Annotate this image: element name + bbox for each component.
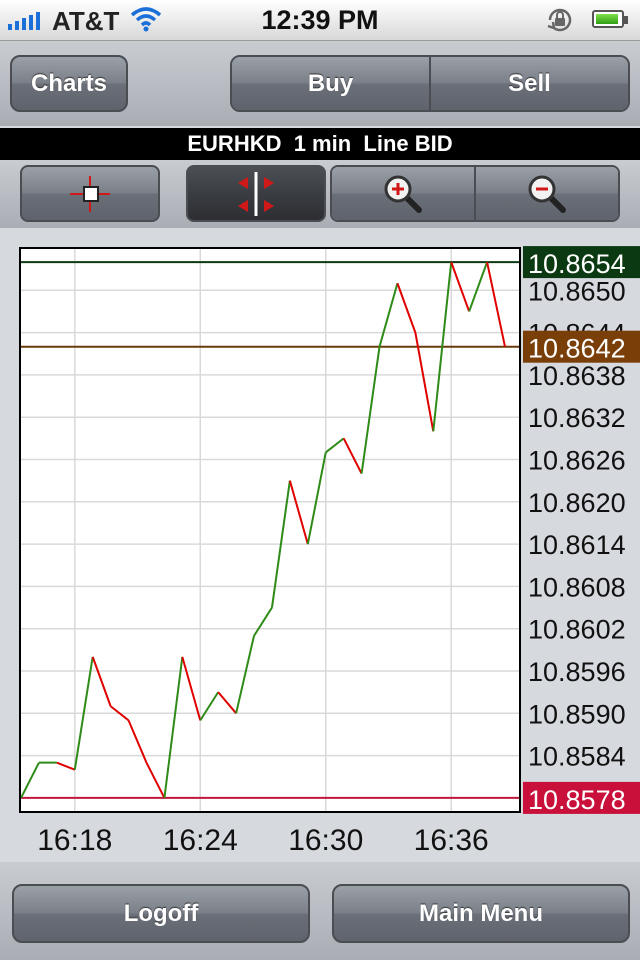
y-tick-label: 10.8638	[528, 361, 626, 391]
zoom-in-icon	[384, 175, 422, 213]
chart-tools-bar	[0, 160, 640, 228]
zoom-in-button[interactable]	[332, 167, 474, 220]
y-tick-label: 10.8632	[528, 403, 626, 433]
y-tick-label: 10.8608	[528, 572, 626, 602]
battery-icon	[592, 10, 628, 28]
logoff-button[interactable]: Logoff	[12, 884, 310, 943]
y-tick-label: 10.8614	[528, 530, 626, 560]
crosshair-icon	[70, 175, 110, 212]
rotation-lock-icon	[544, 6, 576, 39]
y-tick-label: 10.8584	[528, 742, 626, 772]
main-menu-button[interactable]: Main Menu	[332, 884, 630, 943]
zoom-out-button[interactable]	[474, 167, 618, 220]
x-tick-label: 16:18	[37, 824, 112, 857]
sell-button[interactable]: Sell	[429, 57, 628, 110]
high-price-label: 10.8654	[528, 249, 626, 279]
chart-area[interactable]: 10.865010.864410.863810.863210.862610.86…	[0, 230, 640, 862]
x-tick-label: 16:30	[288, 824, 363, 857]
crosshair-tool-button[interactable]	[20, 165, 160, 222]
low-price-label: 10.8578	[528, 785, 626, 815]
buy-sell-segmented-control: Buy Sell	[230, 55, 630, 112]
x-tick-label: 16:36	[414, 824, 489, 857]
charts-button[interactable]: Charts	[10, 55, 128, 112]
current-price-label: 10.8642	[528, 334, 626, 364]
y-tick-label: 10.8590	[528, 699, 626, 729]
bottom-toolbar: Logoff Main Menu	[0, 862, 640, 960]
price-chart[interactable]: 10.865010.864410.863810.863210.862610.86…	[0, 230, 640, 862]
chart-title: EURHKD 1 min Line BID	[0, 128, 640, 160]
trade-toolbar: Charts Buy Sell	[0, 41, 640, 126]
buy-button[interactable]: Buy	[232, 57, 429, 110]
x-tick-label: 16:24	[163, 824, 238, 857]
y-tick-label: 10.8650	[528, 276, 626, 306]
zoom-segmented-control	[330, 165, 620, 222]
y-tick-label: 10.8602	[528, 615, 626, 645]
status-bar: AT&T 12:39 PM	[0, 0, 640, 41]
zoom-out-icon	[528, 175, 566, 213]
y-tick-label: 10.8596	[528, 657, 626, 687]
pan-tool-button[interactable]	[186, 165, 326, 222]
pan-arrows-icon	[238, 171, 274, 216]
y-tick-label: 10.8620	[528, 488, 626, 518]
y-tick-label: 10.8626	[528, 446, 626, 476]
